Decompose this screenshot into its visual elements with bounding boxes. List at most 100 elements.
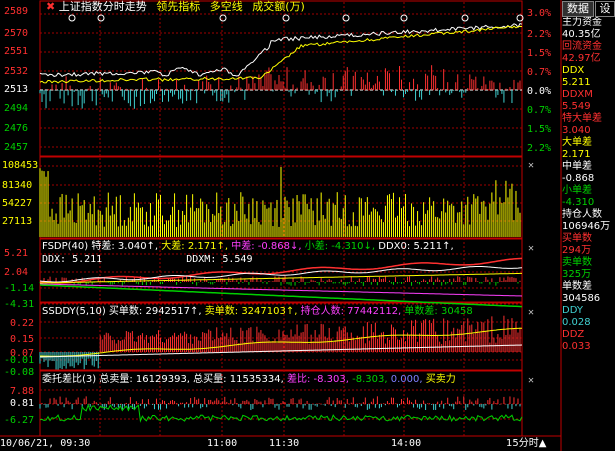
sidebar-item-return-funds[interactable]: 回流资金 42.97亿 [562, 41, 615, 65]
price-label: 2570 [4, 28, 29, 39]
ssddy-sell: 卖单数: 3247103↑, [204, 306, 298, 317]
sidebar-item-holders[interactable]: 持仓人数 106946万 [562, 209, 615, 233]
volume-label: 27113 [2, 216, 33, 227]
index-price-line [39, 23, 523, 78]
sidebar-item-main-funds[interactable]: 主力资金 40.35亿 [562, 17, 615, 41]
sidebar-value: 5.211 [562, 77, 591, 88]
sidebar-value: 3.040 [562, 125, 591, 136]
time-label: 11:00 [207, 438, 238, 449]
sidebar-label: 大单差 [562, 137, 592, 148]
sidebar-item-ddxm[interactable]: DDXM 5.549 [562, 89, 615, 113]
time-label: 14:00 [391, 438, 422, 449]
ssddy-axis-label: -0.08 [4, 367, 35, 378]
sidebar-label: DDXM [562, 89, 593, 100]
main-title-row: ✖ 上证指数分时走势 领先指标 多空线 成交额(万) [46, 1, 305, 12]
sidebar-item-sell-orders[interactable]: 卖单数 325万 [562, 257, 615, 281]
sidebar-label: DDY [562, 305, 583, 316]
fsdp-te: 特差: 3.040↑, [91, 241, 159, 252]
fsdp-axis-label: 5.21 [4, 248, 29, 259]
weituo-buy-vol: 总买量: 11535334, [193, 374, 284, 385]
sidebar-label: DDX [562, 65, 585, 76]
fsdp-ddxm: DDXM: 5.549 [186, 254, 253, 265]
legend-longshort: 多空线 [209, 0, 243, 13]
sidebar-value: 0.028 [562, 317, 591, 328]
sidebar: 主力资金 40.35亿 回流资金 42.97亿 DDX 5.211 DDXM 5… [562, 17, 615, 353]
price-label: 2532 [4, 66, 29, 77]
ssddy-header: SSDDY(5,10) 买单数: 2942517↑, 卖单数: 3247103↑… [42, 306, 473, 317]
price-label: 2513 [4, 84, 29, 95]
sidebar-item-small[interactable]: 小单差 -4.310 [562, 185, 615, 209]
ssddy-diff: 单数差: 30458 [404, 306, 473, 317]
sidebar-value: 42.97亿 [562, 53, 601, 64]
sidebar-value: 294万 [562, 245, 592, 256]
sidebar-label: 中单差 [562, 161, 592, 172]
weituo-force: 买卖力 [425, 374, 456, 385]
event-marker-icon [461, 14, 469, 22]
percent-label: 0.0% [527, 86, 552, 97]
volume-label: 81340 [2, 180, 33, 191]
weituo-ratio2: -8.303, [352, 374, 388, 385]
close-icon: ✕ [528, 307, 534, 318]
volume-label: 108453 [2, 160, 39, 171]
ssddy-holders: 持仓人数: 77442112, [300, 306, 402, 317]
legend-leading: 领先指标 [156, 0, 201, 13]
sidebar-item-medium[interactable]: 中单差 -0.868 [562, 161, 615, 185]
fsdp-ddx0: DDX0: 5.211↑, [378, 241, 454, 252]
tab-data[interactable]: 数据 [562, 1, 594, 17]
weituo-axis-label: 7.88 [10, 386, 35, 397]
sidebar-value: -0.868 [562, 173, 595, 184]
fsdp-header: FSDP(40) 特差: 3.040↑, 大差: 2.171↑, 中差: -0.… [42, 241, 454, 252]
sidebar-item-ddz[interactable]: DDZ 0.033 [562, 329, 615, 353]
sidebar-label: 卖单数 [562, 257, 592, 268]
fsdp-da: 大差: 2.171↑, [161, 241, 229, 252]
tab-settings[interactable]: 设 [595, 1, 615, 17]
fsdp-axis-label: 2.04 [4, 267, 29, 278]
price-label: 2589 [4, 6, 29, 17]
period-button[interactable]: 15分时▲ [506, 438, 546, 449]
sidebar-value: -4.310 [562, 197, 595, 208]
sidebar-label: 主力资金 [562, 17, 602, 28]
weituo-header: 委托差比(3) 总卖量: 16129393, 总买量: 11535334, 差比… [42, 374, 456, 385]
sidebar-item-extra-large[interactable]: 特大单差 3.040 [562, 113, 615, 137]
ssddy-title: SSDDY(5,10) [42, 306, 106, 317]
sidebar-item-buy-orders[interactable]: 买单数 294万 [562, 233, 615, 257]
weituo-axis-label: -6.27 [4, 415, 35, 426]
weituo-sell-vol: 总卖量: 16129393, [99, 374, 190, 385]
close-icon: ✕ [528, 243, 534, 254]
percent-label: 2.2% [527, 143, 552, 154]
sidebar-label: 买单数 [562, 233, 592, 244]
weituo-title: 委托差比(3) [42, 374, 97, 385]
sidebar-item-order-diff[interactable]: 单数差 304586 [562, 281, 615, 305]
sidebar-item-ddx[interactable]: DDX 5.211 [562, 65, 615, 89]
fsdp-axis-label: -1.14 [4, 283, 35, 294]
event-marker-icon [68, 14, 76, 22]
price-label: 2457 [4, 142, 29, 153]
sidebar-item-large[interactable]: 大单差 2.171 [562, 137, 615, 161]
sidebar-label: 单数差 [562, 281, 592, 292]
weituo-ratio: 差比: -8.303, [286, 374, 349, 385]
sidebar-value: 0.033 [562, 341, 591, 352]
event-marker-icon [219, 14, 227, 22]
volume-label: 54227 [2, 198, 33, 209]
sidebar-value: 325万 [562, 269, 592, 280]
sidebar-label: 小单差 [562, 185, 592, 196]
price-label: 2494 [4, 103, 29, 114]
ssddy-axis-label: -0.01 [4, 355, 35, 366]
ssddy-axis-label: 0.15 [10, 334, 35, 345]
percent-label: 0.7% [527, 105, 552, 116]
panel-frame [39, 0, 523, 157]
sidebar-value: 2.171 [562, 149, 591, 160]
fsdp-xiao: 小差: -4.310↓, [304, 241, 376, 252]
percent-label: 1.5% [527, 48, 552, 59]
close-icon: ✕ [528, 160, 534, 171]
percent-label: 1.5% [527, 124, 552, 135]
fsdp-header-line2: DDX: 5.211 DDXM: 5.549 [42, 254, 252, 265]
weituo-zero: 0.000, [390, 374, 423, 385]
sidebar-label: 回流资金 [562, 41, 602, 52]
event-marker-icon [97, 14, 105, 22]
percent-label: 0.7% [527, 67, 552, 78]
sidebar-item-ddy[interactable]: DDY 0.028 [562, 305, 615, 329]
fsdp-title: FSDP(40) [42, 241, 89, 252]
sidebar-label: 持仓人数 [562, 209, 602, 220]
close-icon[interactable]: ✖ [46, 0, 55, 13]
